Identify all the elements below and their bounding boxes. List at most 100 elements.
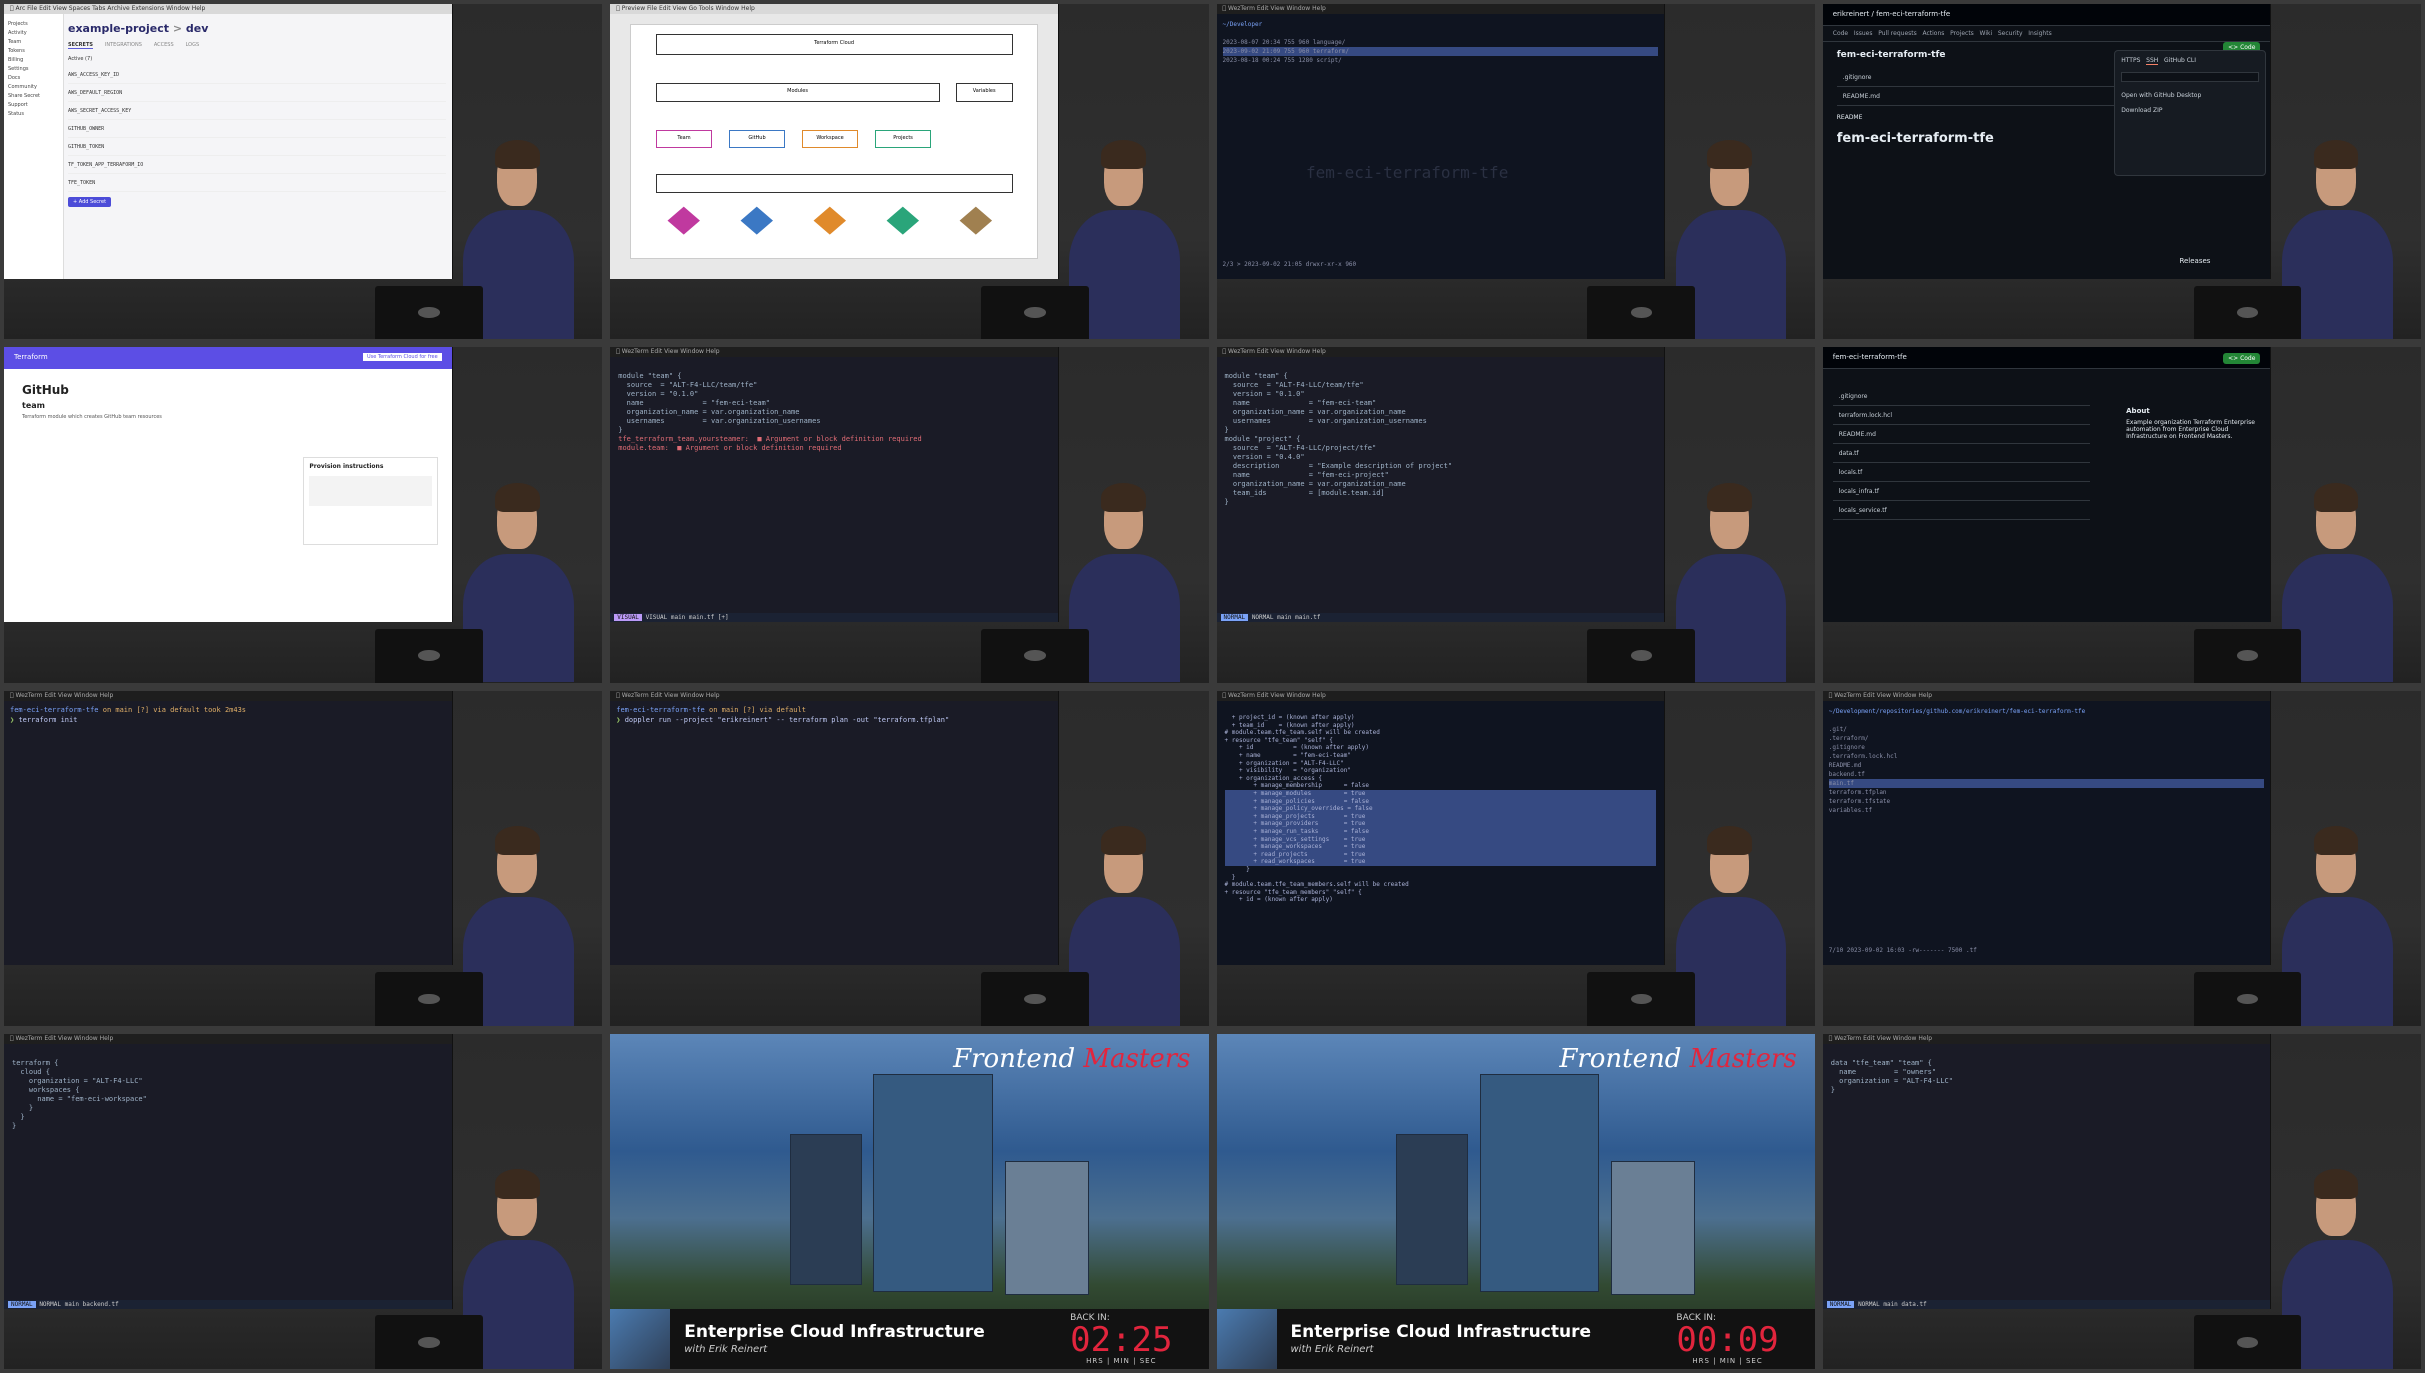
list-item[interactable]: .terraform/	[1829, 734, 2265, 743]
github-header: fem-eci-terraform-tfe <> Code	[1822, 347, 2271, 370]
file-row[interactable]: locals.tf	[1832, 463, 2091, 483]
sidebar-item[interactable]: Tokens	[8, 48, 59, 54]
menu-bar:  WezTerm Edit View Window Help	[1822, 690, 2271, 701]
file-row[interactable]: terraform.lock.hcl	[1832, 406, 2091, 426]
list-item[interactable]: variables.tf	[1829, 806, 2265, 815]
repo-breadcrumb[interactable]: erikreinert / fem-eci-terraform-tfe	[1833, 10, 1950, 18]
tile-vim-backend[interactable]:  WezTerm Edit View Window Help terrafor…	[4, 1033, 603, 1369]
nav-actions[interactable]: Actions	[1922, 30, 1944, 37]
nav-wiki[interactable]: Wiki	[1980, 30, 1993, 37]
cta-button[interactable]: Use Terraform Cloud for free	[362, 353, 442, 362]
vim-statusline: NORMAL NORMAL main main.tf	[1216, 613, 1665, 623]
tile-architecture-diagram[interactable]:  Preview File Edit View Go Tools Window…	[610, 4, 1209, 340]
tile-vim-data[interactable]:  WezTerm Edit View Window Help data "tf…	[1822, 1033, 2421, 1369]
tile-github-repo[interactable]: fem-eci-terraform-tfe <> Code .gitignore …	[1822, 347, 2421, 683]
sidebar-item[interactable]: Docs	[8, 75, 59, 81]
frontend-masters-logo: Frontend Masters	[1559, 1043, 1797, 1074]
tile-break-screen[interactable]: Frontend Masters Enterprise Cloud Infras…	[610, 1033, 1209, 1369]
list-item[interactable]: terraform.tfstate	[1829, 797, 2265, 806]
secret-row[interactable]: TF_TOKEN_APP_TERRAFORM_IO	[68, 156, 446, 174]
sidebar-item[interactable]: Team	[8, 39, 59, 45]
nav-security[interactable]: Security	[1998, 30, 2023, 37]
nav-code[interactable]: Code	[1833, 30, 1848, 37]
tab-access[interactable]: ACCESS	[154, 42, 174, 48]
tile-vim-main-errors[interactable]:  WezTerm Edit View Window Help module "…	[610, 347, 1209, 683]
code-editor[interactable]: module "team" { source = "ALT-F4-LLC/tea…	[1217, 357, 1665, 513]
vim-statusline: NORMAL NORMAL main backend.tf	[4, 1299, 452, 1309]
terminal[interactable]: fem-eci-terraform-tfe on main [?] via de…	[4, 700, 452, 966]
sidebar-item[interactable]: Status	[8, 111, 59, 117]
file-row[interactable]: locals_service.tf	[1832, 501, 2091, 521]
tab-secrets[interactable]: SECRETS	[68, 42, 93, 49]
tile-terraform-plan-output[interactable]:  WezTerm Edit View Window Help + projec…	[1216, 690, 1815, 1026]
sidebar-item[interactable]: Projects	[8, 21, 59, 27]
secret-row[interactable]: TFE_TOKEN	[68, 174, 446, 192]
secret-row[interactable]: AWS_SECRET_ACCESS_KEY	[68, 102, 446, 120]
nav-pulls[interactable]: Pull requests	[1878, 30, 1917, 37]
tile-file-browser[interactable]:  WezTerm Edit View Window Help ~/Develo…	[1216, 4, 1815, 340]
sidebar-item[interactable]: Billing	[8, 57, 59, 63]
list-item[interactable]: 2023-08-07 20:34 755 960 language/	[1223, 38, 1659, 47]
sidebar-item[interactable]: Activity	[8, 30, 59, 36]
laptop-icon	[981, 285, 1089, 340]
tile-terraform-plan-cmd[interactable]:  WezTerm Edit View Window Help fem-eci-…	[610, 690, 1209, 1026]
code-editor[interactable]: module "team" { source = "ALT-F4-LLC/tea…	[610, 357, 1058, 459]
open-desktop-option[interactable]: Open with GitHub Desktop	[2121, 92, 2259, 99]
clone-tab-ssh[interactable]: SSH	[2146, 57, 2159, 65]
clone-tab-https[interactable]: HTTPS	[2121, 57, 2140, 64]
list-item[interactable]: .gitignore	[1829, 743, 2265, 752]
file-row[interactable]: locals_infra.tf	[1832, 482, 2091, 502]
list-item[interactable]: README.md	[1829, 761, 2265, 770]
code-snippet[interactable]	[309, 476, 432, 507]
clone-tab-cli[interactable]: GitHub CLI	[2164, 57, 2196, 64]
tile-break-screen[interactable]: Frontend Masters Enterprise Cloud Infras…	[1216, 1033, 1815, 1369]
code-button[interactable]: <> Code	[2223, 353, 2261, 365]
tab-integrations[interactable]: INTEGRATIONS	[105, 42, 142, 48]
file-row[interactable]: README.md	[1832, 425, 2091, 445]
clone-url-field[interactable]	[2121, 72, 2260, 82]
file-row[interactable]: data.tf	[1832, 444, 2091, 464]
terraform-logo[interactable]: Terraform	[14, 353, 48, 361]
file-row[interactable]: .gitignore	[1832, 387, 2091, 407]
sidebar-item[interactable]: Settings	[8, 66, 59, 72]
code-editor[interactable]: terraform { cloud { organization = "ALT-…	[4, 1044, 452, 1137]
secret-row[interactable]: GITHUB_OWNER	[68, 120, 446, 138]
tile-doppler-secrets[interactable]:  Arc File Edit View Spaces Tabs Archive…	[4, 4, 603, 340]
menu-bar:  Preview File Edit View Go Tools Window…	[610, 4, 1058, 14]
list-item[interactable]: .terraform.lock.hcl	[1829, 752, 2265, 761]
nav-issues[interactable]: Issues	[1854, 30, 1873, 37]
diagram-node: GitHub	[728, 129, 786, 149]
tile-repo-listing[interactable]:  WezTerm Edit View Window Help ~/Develo…	[1822, 690, 2421, 1026]
list-item[interactable]: 2023-08-18 00:24 755 1280 script/	[1223, 56, 1659, 65]
sidebar-item[interactable]: Community	[8, 84, 59, 90]
code-editor[interactable]: data "tfe_team" "team" { name = "owners"…	[1823, 1044, 2271, 1101]
tile-github-clone[interactable]: erikreinert / fem-eci-terraform-tfe Code…	[1822, 4, 2421, 340]
sidebar-item[interactable]: Share Secret	[8, 93, 59, 99]
tab-logs[interactable]: LOGS	[186, 42, 200, 48]
terraform-nav: Terraform Use Terraform Cloud for free	[4, 347, 452, 370]
about-text: Example organization Terraform Enterpris…	[2126, 419, 2255, 441]
tile-terraform-init[interactable]:  WezTerm Edit View Window Help fem-eci-…	[4, 690, 603, 1026]
menu-bar:  WezTerm Edit View Window Help	[4, 1033, 452, 1044]
add-secret-button[interactable]: + Add Secret	[68, 197, 112, 207]
nav-insights[interactable]: Insights	[2028, 30, 2051, 37]
list-item[interactable]: .git/	[1829, 725, 2265, 734]
repo-title[interactable]: fem-eci-terraform-tfe	[1833, 353, 1907, 361]
secret-row[interactable]: AWS_DEFAULT_REGION	[68, 84, 446, 102]
list-item[interactable]: backend.tf	[1829, 770, 2265, 779]
course-banner: Enterprise Cloud Infrastructure with Eri…	[1216, 1308, 1815, 1369]
list-item[interactable]: terraform.tfplan	[1829, 788, 2265, 797]
secret-row[interactable]: GITHUB_TOKEN	[68, 138, 446, 156]
tile-terraform-registry[interactable]: Terraform Use Terraform Cloud for free G…	[4, 347, 603, 683]
project-title: example-project	[68, 22, 169, 35]
secret-row[interactable]: AWS_ACCESS_KEY_ID	[68, 66, 446, 84]
terminal[interactable]: fem-eci-terraform-tfe on main [?] via de…	[610, 700, 1058, 966]
countdown-time: 00:09	[1676, 1319, 1779, 1360]
list-item[interactable]: 2023-09-02 21:09 755 960 terraform/	[1222, 47, 1659, 56]
download-zip-option[interactable]: Download ZIP	[2121, 107, 2259, 114]
sidebar-item[interactable]: Support	[8, 102, 59, 108]
tile-vim-main-complete[interactable]:  WezTerm Edit View Window Help module "…	[1216, 347, 1815, 683]
env-title[interactable]: dev	[186, 22, 209, 35]
list-item[interactable]: main.tf	[1828, 778, 2265, 788]
nav-projects[interactable]: Projects	[1950, 30, 1974, 37]
